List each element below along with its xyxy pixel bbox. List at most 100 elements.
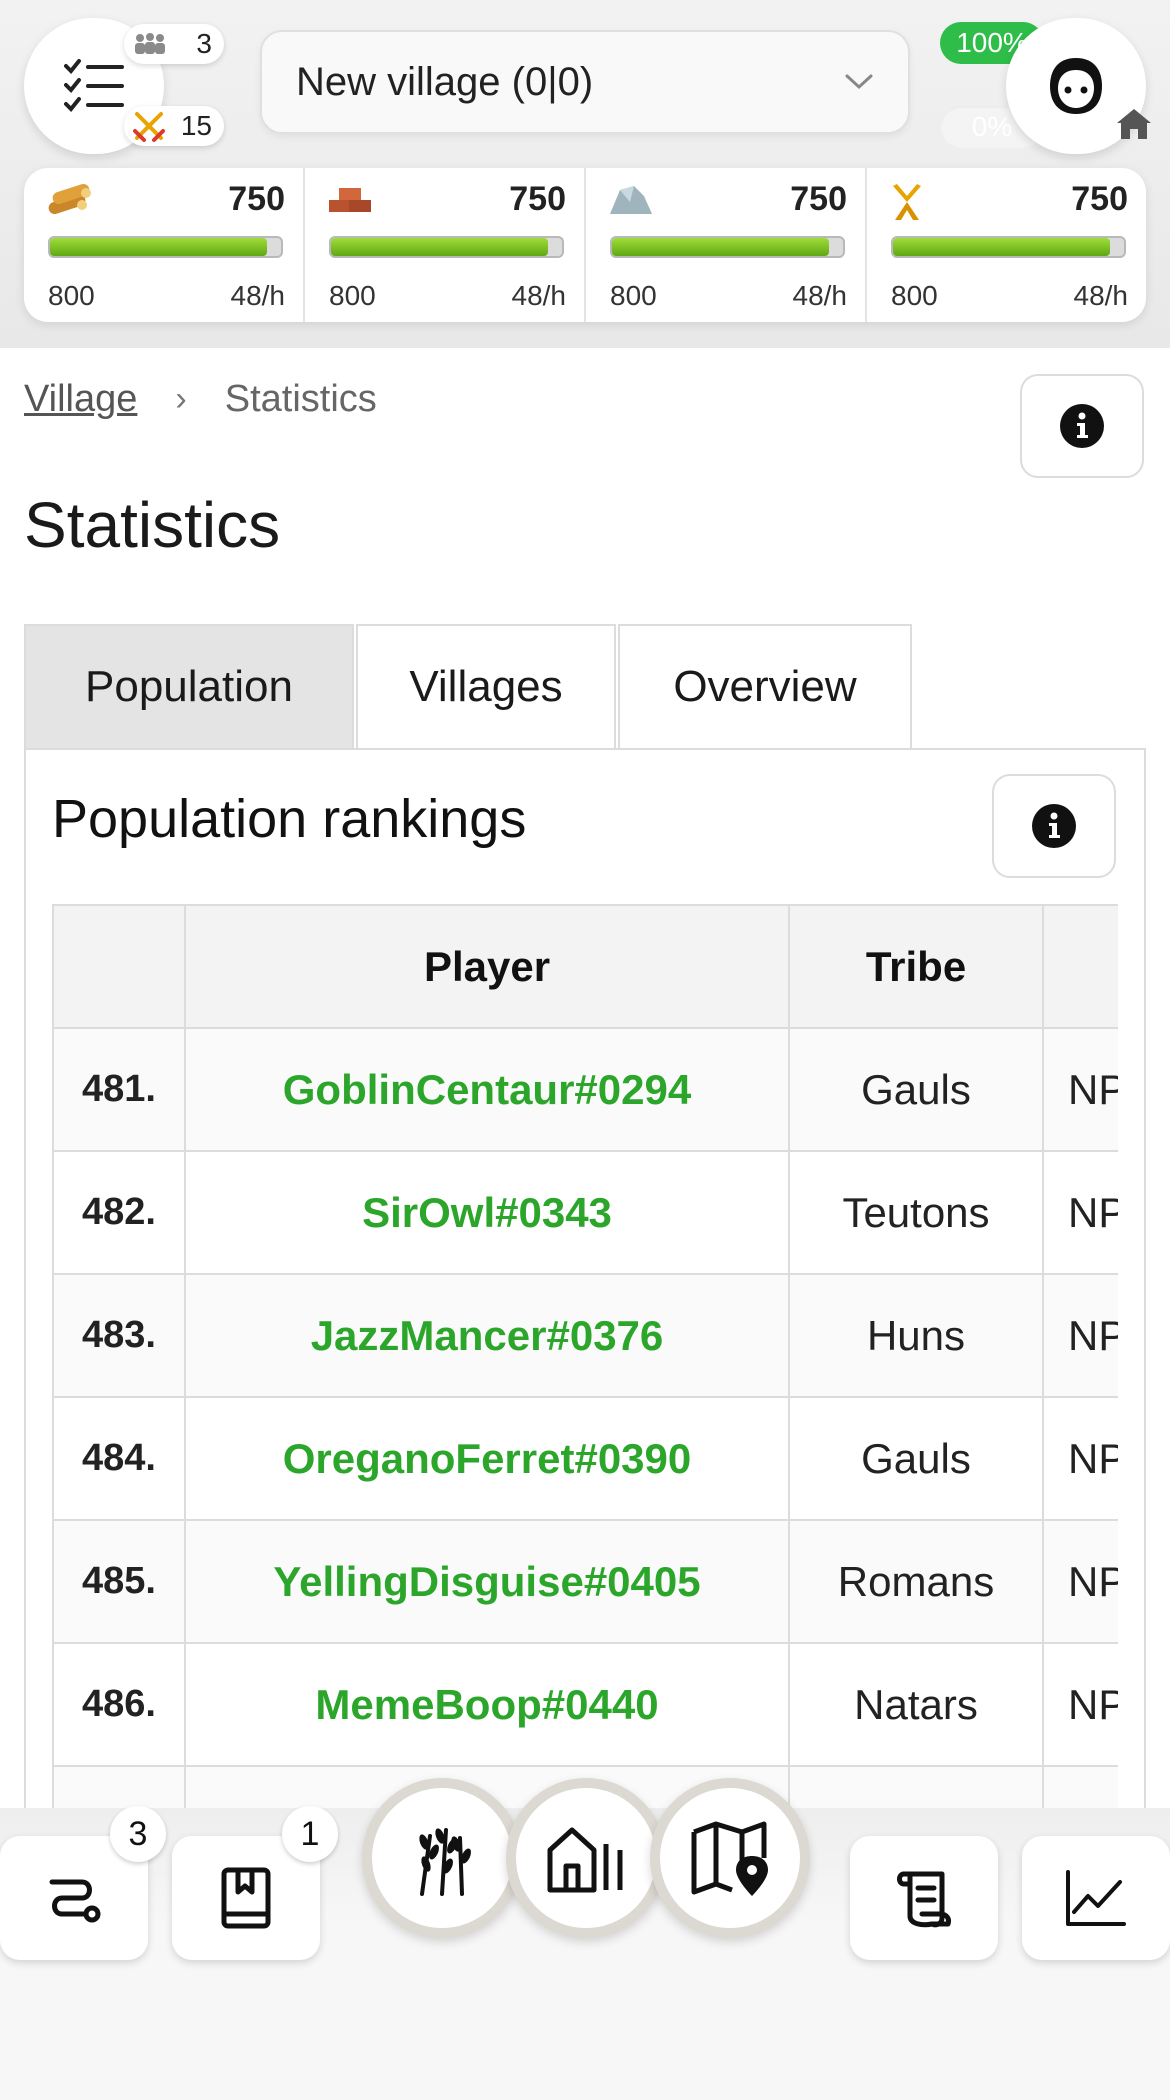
- table-row: 483. JazzMancer#0376 Huns NPC: [52, 1273, 1118, 1398]
- row-rank: 482.: [52, 1150, 186, 1275]
- alliance-link[interactable]: NPC: [1042, 1273, 1118, 1398]
- alliance-link[interactable]: NPC: [1042, 1027, 1118, 1152]
- resource-clay[interactable]: 750 800 48/h: [305, 168, 586, 322]
- troops-counter[interactable]: 3: [124, 24, 224, 64]
- crop-amount: 750: [1071, 180, 1128, 218]
- troops-icon: [135, 33, 165, 54]
- row-tribe: Romans: [788, 1519, 1044, 1644]
- row-rank: 483.: [52, 1273, 186, 1398]
- player-link[interactable]: SirOwl#0343: [184, 1150, 790, 1275]
- reports-badge: 1: [282, 1806, 338, 1862]
- quests-button[interactable]: [850, 1836, 998, 1960]
- player-link[interactable]: GoblinCentaur#0294: [184, 1027, 790, 1152]
- top-header: 3 15 New village (0|0) 100% 0% 750 800 4…: [0, 0, 1170, 348]
- breadcrumb-current: Statistics: [224, 378, 377, 420]
- tab-population[interactable]: Population: [24, 624, 354, 748]
- clay-capacity: 800: [329, 280, 376, 311]
- tab-overview[interactable]: Overview: [618, 624, 912, 748]
- info-icon: [1032, 804, 1076, 848]
- village-view-button[interactable]: [506, 1778, 666, 1938]
- statistics-button[interactable]: [1022, 1836, 1170, 1960]
- village-buildings-icon: [547, 1827, 623, 1893]
- header-tribe[interactable]: Tribe: [788, 904, 1044, 1029]
- wood-amount: 750: [228, 180, 285, 218]
- page-info-button[interactable]: [1020, 374, 1144, 478]
- wood-production: 48/h: [230, 280, 286, 311]
- row-rank: 481.: [52, 1027, 186, 1152]
- attacks-count: 15: [180, 110, 212, 141]
- info-icon: [1060, 404, 1104, 448]
- resource-wood[interactable]: 750 800 48/h: [24, 168, 305, 322]
- resource-bar: 750 800 48/h 750 800 48/h 750 800 48/h 7…: [24, 168, 1146, 322]
- rankings-info-button[interactable]: [992, 774, 1116, 878]
- troops-count: 3: [196, 28, 212, 59]
- route-icon: [49, 1879, 101, 1923]
- clay-production: 48/h: [511, 280, 567, 311]
- header-player[interactable]: Player: [184, 904, 790, 1029]
- table-row: 482. SirOwl#0343 Teutons NPC: [52, 1150, 1118, 1275]
- player-link[interactable]: JazzMancer#0376: [184, 1273, 790, 1398]
- clay-storage-bar: [329, 236, 564, 258]
- tab-villages[interactable]: Villages: [356, 624, 616, 748]
- alliance-link[interactable]: [1042, 1765, 1118, 1808]
- rankings-table-scroll[interactable]: Player Tribe 481. GoblinCentaur#0294 Gau…: [52, 904, 1118, 1808]
- avatar-face-icon: [1050, 58, 1102, 114]
- breadcrumb-village-link[interactable]: Village: [24, 378, 137, 421]
- alliance-link[interactable]: NPC: [1042, 1642, 1118, 1767]
- village-selector[interactable]: New village (0|0): [260, 30, 910, 134]
- alliance-link[interactable]: NPC: [1042, 1519, 1118, 1644]
- breadcrumb-separator: ›: [175, 380, 187, 418]
- clay-amount: 750: [509, 180, 566, 218]
- book-icon: [221, 1867, 271, 1929]
- row-tribe: Gauls: [788, 1027, 1044, 1152]
- row-rank: [52, 1765, 186, 1808]
- crop-storage-bar: [891, 236, 1126, 258]
- row-rank: 484.: [52, 1396, 186, 1521]
- map-view-button[interactable]: [650, 1778, 810, 1938]
- iron-storage-bar: [610, 236, 845, 258]
- player-link[interactable]: YellingDisguise#0405: [184, 1519, 790, 1644]
- row-tribe: [788, 1765, 1044, 1808]
- row-tribe: Huns: [788, 1273, 1044, 1398]
- adventures-badge: 3: [110, 1806, 166, 1862]
- iron-amount: 750: [790, 180, 847, 218]
- resource-crop[interactable]: 750 800 48/h: [867, 168, 1146, 322]
- header-rank: [52, 904, 186, 1029]
- wood-capacity: 800: [48, 280, 95, 311]
- resource-iron[interactable]: 750 800 48/h: [586, 168, 867, 322]
- home-icon[interactable]: [1114, 106, 1154, 142]
- adventures-button[interactable]: 3: [0, 1806, 166, 1960]
- village-name: New village (0|0): [296, 59, 594, 104]
- statistics-tabs: Population Villages Overview: [24, 624, 914, 748]
- wood-storage-bar: [48, 236, 283, 258]
- row-tribe: Gauls: [788, 1396, 1044, 1521]
- resources-view-button[interactable]: [362, 1778, 522, 1938]
- player-link[interactable]: OreganoFerret#0390: [184, 1396, 790, 1521]
- crop-capacity: 800: [891, 280, 938, 311]
- scroll-icon: [897, 1871, 951, 1928]
- breadcrumb: Village › Statistics: [24, 378, 377, 421]
- rankings-table: Player Tribe 481. GoblinCentaur#0294 Gau…: [52, 904, 1118, 1808]
- reports-button[interactable]: 1: [172, 1806, 338, 1960]
- alliance-link[interactable]: NPC: [1042, 1396, 1118, 1521]
- attacks-counter[interactable]: 15: [124, 106, 224, 146]
- row-rank: 486.: [52, 1642, 186, 1767]
- checklist-icon: [64, 59, 124, 112]
- header-alliance[interactable]: [1042, 904, 1118, 1029]
- wood-icon: [48, 183, 91, 215]
- table-row: 484. OreganoFerret#0390 Gauls NPC: [52, 1396, 1118, 1521]
- chevron-down-icon: [845, 74, 873, 90]
- player-link[interactable]: MemeBoop#0440: [184, 1642, 790, 1767]
- page-title: Statistics: [24, 489, 281, 561]
- alliance-link[interactable]: NPC: [1042, 1150, 1118, 1275]
- iron-capacity: 800: [610, 280, 657, 311]
- bottom-navigation: 3 1: [0, 1778, 1170, 2100]
- row-rank: 485.: [52, 1519, 186, 1644]
- table-header-row: Player Tribe: [52, 904, 1118, 1029]
- main-content: Village › Statistics Statistics Populati…: [0, 348, 1170, 1818]
- crossed-swords-icon: [133, 112, 165, 142]
- iron-icon: [610, 186, 652, 214]
- chart-icon: [1066, 1870, 1126, 1926]
- crop-production: 48/h: [1073, 280, 1129, 311]
- iron-production: 48/h: [792, 280, 848, 311]
